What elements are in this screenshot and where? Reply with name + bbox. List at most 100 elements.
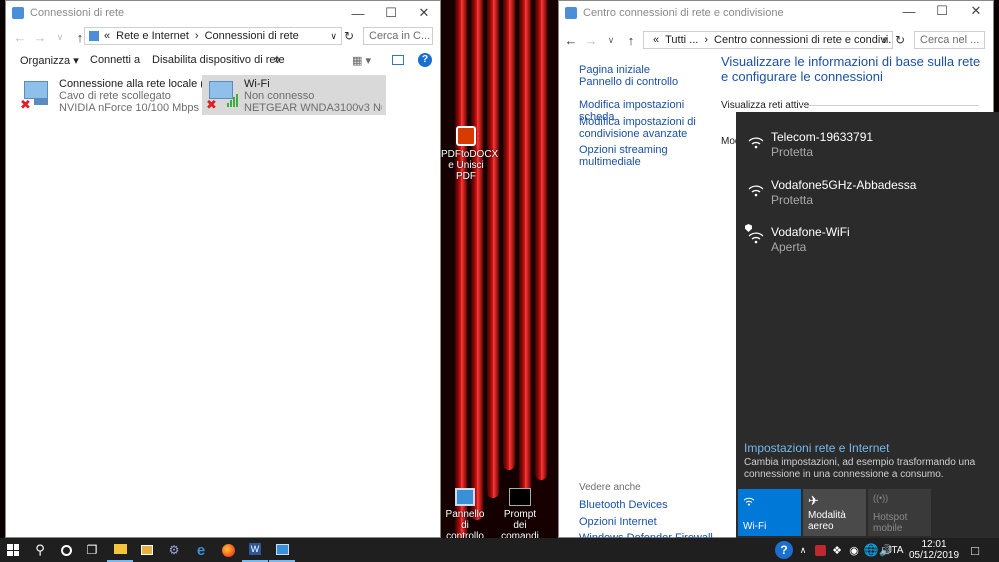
desktop-icon-control-panel[interactable]: Pannello di controllo <box>441 488 489 542</box>
error-x-icon: ✖ <box>20 97 31 112</box>
word-icon[interactable]: W <box>242 538 268 562</box>
tray-app-icon[interactable] <box>813 542 827 558</box>
nav-buttons: ← → ∨ ↑ <box>10 27 90 47</box>
network-name: Vodafone-WiFi <box>771 225 850 239</box>
see-also-internet-options[interactable]: Opzioni Internet <box>579 516 657 528</box>
see-also-title: Vedere anche <box>579 482 641 493</box>
back-arrow-icon[interactable]: ← <box>561 30 581 50</box>
adapter-item-lan[interactable]: ✖ Connessione alla rete locale (LAN) Cav… <box>16 75 229 115</box>
close-button[interactable]: ✕ <box>959 0 993 23</box>
command-bar: Organizza ▾ Connetti a Disabilita dispos… <box>6 49 440 71</box>
file-explorer-icon[interactable] <box>107 538 133 562</box>
quick-action-wifi[interactable]: Wi-Fi <box>738 489 801 536</box>
organize-menu[interactable]: Organizza ▾ <box>20 54 79 67</box>
help-icon[interactable]: ? <box>418 53 432 67</box>
search-input[interactable]: Cerca in C... <box>363 27 433 45</box>
wifi-adapter-icon: ✖ <box>205 79 239 111</box>
network-status: Protetta <box>771 193 814 207</box>
wifi-network-item[interactable]: Telecom-19633791 Protetta <box>736 125 999 171</box>
page-heading: Visualizzare le informazioni di base sul… <box>721 54 981 84</box>
chevron-down-icon[interactable]: ∨ <box>330 31 337 42</box>
media-app-icon[interactable] <box>134 538 160 562</box>
more-commands-button[interactable]: » <box>274 54 280 66</box>
network-name: Telecom-19633791 <box>771 130 874 144</box>
tray-security-icon[interactable]: ◉ <box>847 542 861 558</box>
maximize-button[interactable]: ☐ <box>374 1 408 25</box>
minimize-button[interactable]: — <box>341 1 375 25</box>
cortana-icon[interactable] <box>53 538 79 562</box>
breadcrumb-item[interactable]: Connessioni di rete <box>205 30 299 42</box>
network-name: Vodafone5GHz-Abbadessa <box>771 178 917 192</box>
breadcrumb-item[interactable]: Rete e Internet <box>116 30 189 42</box>
active-networks-label: Visualizza reti attive <box>721 100 810 111</box>
search-icon[interactable]: ⚲ <box>27 538 53 562</box>
see-also-bluetooth[interactable]: Bluetooth Devices <box>579 499 668 511</box>
hotspot-icon: ((•)) <box>873 493 889 503</box>
clock-date: 05/12/2019 <box>908 550 960 561</box>
refresh-icon[interactable]: ↻ <box>893 31 907 49</box>
search-placeholder: Cerca in C... <box>369 30 431 42</box>
wifi-network-item[interactable]: Vodafone-WiFi Aperta <box>736 220 999 266</box>
pdf-icon <box>456 126 476 146</box>
maximize-button[interactable]: ☐ <box>925 0 959 23</box>
quick-action-airplane[interactable]: ✈ Modalità aereo <box>803 489 866 536</box>
disable-device-button[interactable]: Disabilita dispositivo di rete <box>152 54 285 66</box>
adapter-status: Non connesso <box>244 90 315 102</box>
window-title: Connessioni di rete <box>30 7 125 19</box>
address-bar[interactable]: « Tutti ... › Centro connessioni di rete… <box>643 31 893 49</box>
notifications-icon[interactable]: □ <box>966 542 984 558</box>
wifi-icon <box>743 496 755 506</box>
up-arrow-icon[interactable]: ↑ <box>621 30 641 50</box>
start-button[interactable] <box>0 538 26 562</box>
language-indicator[interactable]: ITA <box>888 542 904 558</box>
globe-network-icon[interactable]: 🌐 <box>864 542 879 558</box>
breadcrumb-overflow[interactable]: « <box>653 34 659 46</box>
quick-action-hotspot[interactable]: ((•)) Hotspot mobile <box>868 489 931 536</box>
location-icon <box>89 31 99 41</box>
chevron-down-icon[interactable]: ∨ <box>881 35 888 46</box>
help-tray-icon[interactable]: ? <box>775 541 793 559</box>
connect-to-button[interactable]: Connetti a <box>90 54 140 66</box>
nav-buttons: ← → ∨ ↑ <box>561 30 641 50</box>
control-panel-icon <box>455 488 475 506</box>
firefox-icon[interactable] <box>215 538 241 562</box>
close-button[interactable]: ✕ <box>407 1 441 25</box>
settings-app-icon[interactable]: ⚙ <box>161 538 187 562</box>
breadcrumb-item[interactable]: Tutti ... <box>665 34 698 46</box>
desktop-icon-command-prompt[interactable]: Prompt dei comandi <box>496 488 544 542</box>
edge-icon[interactable]: e <box>188 538 214 562</box>
clock[interactable]: 12:01 05/12/2019 <box>908 539 960 561</box>
chevron-down-icon[interactable]: ∨ <box>50 27 70 47</box>
tray-app-icon[interactable]: ❖ <box>830 542 844 558</box>
address-bar[interactable]: « Rete e Internet › Connessioni di rete … <box>84 27 342 45</box>
search-input[interactable]: Cerca nel ... <box>914 31 985 49</box>
sidebar-link-control-panel-home[interactable]: Pagina iniziale Pannello di controllo <box>579 64 694 88</box>
wifi-secured-icon <box>748 183 764 197</box>
airplane-icon: ✈ <box>808 493 819 508</box>
sidebar-link-media-streaming[interactable]: Opzioni streaming multimediale <box>579 144 699 168</box>
refresh-icon[interactable]: ↻ <box>342 27 356 45</box>
command-prompt-icon <box>509 488 531 506</box>
breadcrumb-overflow[interactable]: « <box>104 30 110 42</box>
control-panel-task-icon[interactable] <box>269 538 295 562</box>
network-status: Protetta <box>771 145 814 159</box>
chevron-up-icon[interactable]: ∧ <box>796 542 810 558</box>
adapter-item-wifi[interactable]: ✖ Wi-Fi Non connesso NETGEAR WNDA3100v3 … <box>202 75 386 115</box>
chevron-down-icon[interactable]: ∨ <box>601 30 621 50</box>
forward-arrow-icon[interactable]: → <box>581 30 601 50</box>
preview-pane-icon[interactable] <box>392 55 404 65</box>
network-settings-link[interactable]: Impostazioni rete e Internet <box>744 441 889 455</box>
network-folder-icon <box>12 7 24 19</box>
sidebar-link-advanced-sharing[interactable]: Modifica impostazioni di condivisione av… <box>579 116 704 140</box>
desktop-icon-pdftodocx[interactable]: PDFtoDOCX e Unisci PDF <box>441 126 498 182</box>
network-flyout: Telecom-19633791 Protetta Vodafone5GHz-A… <box>736 112 999 538</box>
window-title: Centro connessioni di rete e condivision… <box>583 7 784 19</box>
minimize-button[interactable]: — <box>892 0 926 23</box>
view-options-icon[interactable]: ▦ ▾ <box>352 54 371 67</box>
breadcrumb-item[interactable]: Centro connessioni di rete e condivi... <box>714 34 892 46</box>
back-arrow-icon[interactable]: ← <box>10 27 30 47</box>
forward-arrow-icon[interactable]: → <box>30 27 50 47</box>
task-view-icon[interactable]: ❐ <box>79 538 105 562</box>
wifi-network-item[interactable]: Vodafone5GHz-Abbadessa Protetta <box>736 173 999 219</box>
signal-bars-icon <box>227 93 239 107</box>
